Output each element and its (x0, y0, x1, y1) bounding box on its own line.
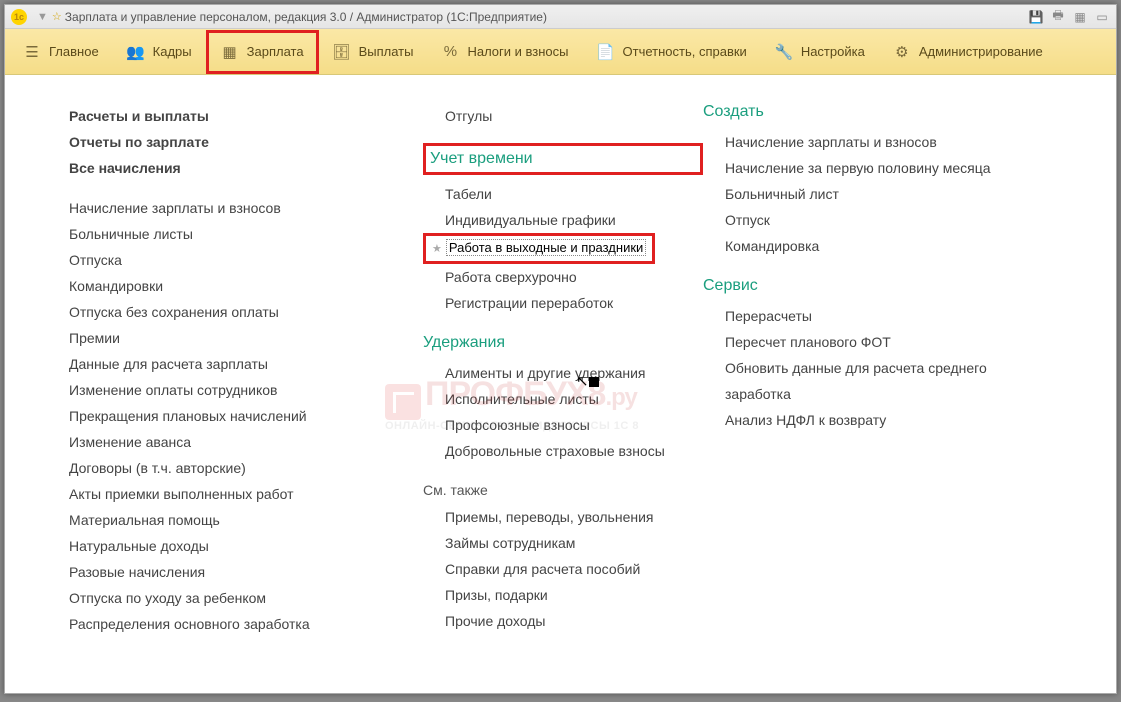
app-logo-icon: 1c (11, 9, 27, 25)
tab-label: Выплаты (359, 44, 414, 59)
tab-label: Администрирование (919, 44, 1043, 59)
save-icon[interactable]: 💾 (1028, 9, 1044, 25)
nav-link[interactable]: Добровольные страховые взносы (423, 438, 703, 464)
nav-link[interactable]: Справки для расчета пособий (423, 556, 703, 582)
nav-link[interactable]: Акты приемки выполненных работ (69, 481, 423, 507)
tab-label: Настройка (801, 44, 865, 59)
highlight-box: Учет времени (423, 143, 703, 175)
nav-link[interactable]: Премии (69, 325, 423, 351)
nav-link[interactable]: Отпуска (69, 247, 423, 273)
nav-link[interactable]: Алименты и другие удержания (423, 360, 703, 386)
star-icon: ★ (432, 243, 442, 255)
tab-taxes[interactable]: % Налоги и взносы (427, 29, 582, 75)
nav-link[interactable]: Больничные листы (69, 221, 423, 247)
tab-label: Налоги и взносы (467, 44, 568, 59)
nav-link[interactable]: Профсоюзные взносы (423, 412, 703, 438)
print-icon[interactable]: 🖶 (1050, 9, 1066, 25)
nav-link[interactable]: Работа сверхурочно (423, 264, 703, 290)
nav-link[interactable]: Отгулы (423, 103, 703, 129)
section-heading-create[interactable]: Создать (703, 103, 1043, 121)
tab-salary[interactable]: ▦ Зарплата (206, 30, 319, 74)
percent-icon: % (441, 43, 459, 61)
nav-link[interactable]: Все начисления (69, 155, 423, 181)
nav-link[interactable]: Начисление зарплаты и взносов (703, 129, 1043, 155)
calculator-icon: ▦ (221, 43, 239, 61)
nav-link[interactable]: Отпуска по уходу за ребенком (69, 585, 423, 611)
nav-link[interactable]: Отпуск (703, 207, 1043, 233)
nav-link[interactable]: Командировки (69, 273, 423, 299)
nav-link[interactable]: Призы, подарки (423, 582, 703, 608)
nav-link[interactable]: Прочие доходы (423, 608, 703, 634)
nav-link[interactable]: Расчеты и выплаты (69, 103, 423, 129)
titlebar: 1c ▼ ☆ Зарплата и управление персоналом,… (5, 5, 1116, 29)
calc-icon[interactable]: ▦ (1072, 9, 1088, 25)
dropdown-icon[interactable]: ▼ (37, 11, 48, 23)
tab-settings[interactable]: 🔧 Настройка (761, 29, 879, 75)
window-title: Зарплата и управление персоналом, редакц… (65, 10, 547, 24)
section-heading-time[interactable]: Учет времени (430, 150, 680, 168)
nav-link[interactable]: Табели (423, 181, 703, 207)
column-middle: Отгулы Учет времени Табели Индивидуальны… (423, 103, 703, 637)
nav-link[interactable]: Прекращения плановых начислений (69, 403, 423, 429)
nav-link[interactable]: Отпуска без сохранения оплаты (69, 299, 423, 325)
nav-link[interactable]: Начисление за первую половину месяца (703, 155, 1043, 181)
nav-link[interactable]: Больничный лист (703, 181, 1043, 207)
column-right: Создать Начисление зарплаты и взносов На… (703, 103, 1043, 637)
favorite-icon[interactable]: ☆ (52, 10, 62, 23)
gear-icon: ⚙ (893, 43, 911, 61)
tab-main[interactable]: ☰ Главное (9, 29, 113, 75)
wrench-icon: 🔧 (775, 43, 793, 61)
nav-link[interactable]: Распределения основного заработка (69, 611, 423, 637)
tab-label: Главное (49, 44, 99, 59)
main-toolbar: ☰ Главное 👥 Кадры ▦ Зарплата 🗄 Выплаты %… (5, 29, 1116, 75)
nav-link[interactable]: Договоры (в т.ч. авторские) (69, 455, 423, 481)
menu-icon: ☰ (23, 43, 41, 61)
nav-link[interactable]: Изменение аванса (69, 429, 423, 455)
nav-link[interactable]: Отчеты по зарплате (69, 129, 423, 155)
nav-link[interactable]: Анализ НДФЛ к возврату (703, 407, 1043, 433)
section-heading-seealso: См. также (423, 482, 703, 498)
tab-label: Отчетность, справки (623, 44, 747, 59)
highlight-box: ★ Работа в выходные и праздники (423, 233, 655, 264)
people-icon: 👥 (127, 43, 145, 61)
nav-link[interactable]: Перерасчеты (703, 303, 1043, 329)
document-icon: 📄 (597, 43, 615, 61)
nav-link[interactable]: Приемы, переводы, увольнения (423, 504, 703, 530)
nav-link[interactable]: Изменение оплаты сотрудников (69, 377, 423, 403)
nav-link[interactable]: Исполнительные листы (423, 386, 703, 412)
tab-payments[interactable]: 🗄 Выплаты (319, 29, 428, 75)
wallet-icon: 🗄 (333, 43, 351, 61)
nav-link-selected[interactable]: Работа в выходные и праздники (446, 239, 646, 256)
nav-link[interactable]: Займы сотрудникам (423, 530, 703, 556)
nav-link[interactable]: Пересчет планового ФОТ (703, 329, 1043, 355)
tab-reports[interactable]: 📄 Отчетность, справки (583, 29, 761, 75)
section-heading-deductions[interactable]: Удержания (423, 334, 703, 352)
tab-label: Кадры (153, 44, 192, 59)
nav-link[interactable]: Разовые начисления (69, 559, 423, 585)
tab-personnel[interactable]: 👥 Кадры (113, 29, 206, 75)
nav-link[interactable]: Материальная помощь (69, 507, 423, 533)
nav-link[interactable]: Обновить данные для расчета среднего зар… (703, 355, 1043, 407)
tab-admin[interactable]: ⚙ Администрирование (879, 29, 1057, 75)
section-heading-service[interactable]: Сервис (703, 277, 1043, 295)
tab-label: Зарплата (247, 44, 304, 59)
minimize-icon[interactable]: ▭ (1094, 9, 1110, 25)
nav-link[interactable]: Командировка (703, 233, 1043, 259)
nav-link[interactable]: Регистрации переработок (423, 290, 703, 316)
nav-link[interactable]: Начисление зарплаты и взносов (69, 195, 423, 221)
content-area: ПРОФБУХ8.ру ОНЛАЙН-СЕМИНАРЫ И ВИДЕОКУРСЫ… (5, 75, 1116, 693)
column-left: Расчеты и выплаты Отчеты по зарплате Все… (69, 103, 423, 637)
nav-link[interactable]: Натуральные доходы (69, 533, 423, 559)
nav-link[interactable]: Данные для расчета зарплаты (69, 351, 423, 377)
nav-link[interactable]: Индивидуальные графики (423, 207, 703, 233)
